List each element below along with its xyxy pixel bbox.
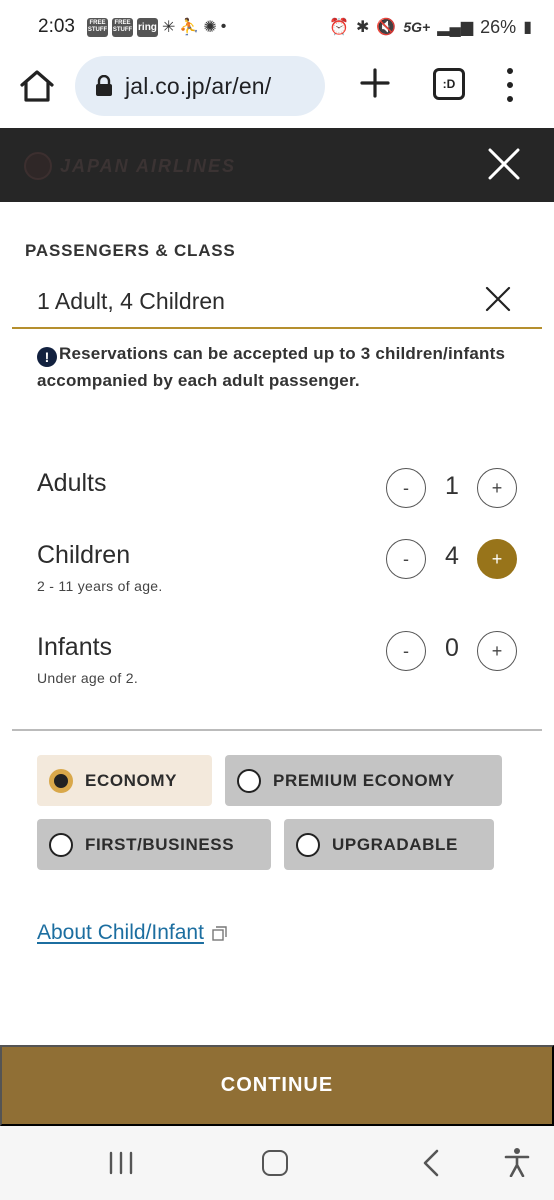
adults-decrement-button[interactable]: - bbox=[386, 468, 426, 508]
person-icon: ⛹ bbox=[179, 19, 200, 36]
dot-icon: • bbox=[220, 18, 227, 35]
new-tab-icon[interactable] bbox=[358, 66, 392, 100]
children-increment-button[interactable]: + bbox=[477, 539, 517, 579]
class-option-label: FIRST/BUSINESS bbox=[85, 834, 235, 854]
home-icon[interactable] bbox=[18, 68, 56, 104]
external-link-icon[interactable] bbox=[212, 925, 227, 941]
sparkle-icon: ✳ bbox=[161, 19, 176, 36]
notification-icons: FREE STUFF FREE STUFF ring ✳ ⛹ ✺ • bbox=[86, 17, 227, 37]
reservation-notice: ! Reservations can be accepted up to 3 ch… bbox=[37, 340, 507, 394]
signal-icon: ▂▄▆ bbox=[437, 19, 474, 36]
info-icon: ! bbox=[37, 347, 57, 367]
infants-counter: Infants Under age of 2. - 0 + bbox=[37, 630, 527, 690]
site-header: JAPAN AIRLINES bbox=[0, 128, 554, 202]
lock-icon[interactable] bbox=[95, 75, 113, 97]
class-option-label: UPGRADABLE bbox=[332, 834, 458, 854]
url-text[interactable]: jal.co.jp/ar/en/ bbox=[125, 73, 271, 100]
adults-count: 1 bbox=[445, 472, 459, 500]
url-bar[interactable]: jal.co.jp/ar/en/ bbox=[75, 56, 325, 116]
continue-button[interactable]: CONTINUE bbox=[0, 1045, 554, 1126]
loading-icon: ✺ bbox=[203, 19, 217, 36]
brand-name: JAPAN AIRLINES bbox=[60, 155, 237, 176]
children-label: Children bbox=[37, 541, 131, 569]
bluetooth-icon: ✱ bbox=[356, 19, 370, 36]
class-option-label: PREMIUM ECONOMY bbox=[273, 770, 455, 790]
close-icon[interactable] bbox=[486, 146, 522, 182]
free-stuff-icon: FREE STUFF bbox=[111, 17, 133, 37]
class-option-upgradable[interactable]: UPGRADABLE bbox=[284, 819, 494, 870]
section-title: PASSENGERS & CLASS bbox=[25, 241, 236, 260]
ring-icon: ring bbox=[136, 17, 158, 37]
recent-apps-icon[interactable] bbox=[108, 1151, 134, 1175]
accessibility-icon[interactable] bbox=[504, 1147, 530, 1177]
class-option-first-business[interactable]: FIRST/BUSINESS bbox=[37, 819, 271, 870]
notice-text: Reservations can be accepted up to 3 chi… bbox=[37, 344, 506, 390]
radio-checked-icon[interactable] bbox=[49, 768, 73, 793]
divider bbox=[12, 729, 542, 731]
radio-unchecked-icon[interactable] bbox=[296, 832, 320, 857]
passenger-summary-field[interactable]: 1 Adult, 4 Children bbox=[12, 276, 542, 329]
adults-counter: Adults - 1 + bbox=[37, 466, 527, 526]
alarm-icon: ⏰ bbox=[329, 19, 350, 36]
system-nav-bar bbox=[0, 1126, 554, 1200]
class-option-label: ECONOMY bbox=[85, 770, 178, 790]
infants-increment-button[interactable]: + bbox=[477, 631, 517, 671]
class-option-premium-economy[interactable]: PREMIUM ECONOMY bbox=[225, 755, 502, 806]
infants-count: 0 bbox=[445, 634, 459, 662]
infants-age-note: Under age of 2. bbox=[37, 670, 139, 686]
infants-label: Infants bbox=[37, 633, 113, 661]
radio-unchecked-icon[interactable] bbox=[49, 832, 73, 857]
browser-toolbar: jal.co.jp/ar/en/ :D bbox=[0, 54, 554, 128]
crane-logo-icon bbox=[24, 152, 52, 180]
status-bar: 2:03 FREE STUFF FREE STUFF ring ✳ ⛹ ✺ • … bbox=[0, 0, 554, 54]
about-child-infant-link[interactable]: About Child/Infant bbox=[37, 921, 204, 945]
passenger-summary-text: 1 Adult, 4 Children bbox=[37, 288, 225, 314]
system-icons: ⏰ ✱ 🔇 5G+ ▂▄▆ 26% ▮ bbox=[329, 17, 532, 38]
mute-icon: 🔇 bbox=[376, 19, 397, 36]
children-age-note: 2 - 11 years of age. bbox=[37, 578, 163, 594]
close-icon[interactable] bbox=[485, 286, 511, 312]
battery-level: 26% bbox=[480, 16, 517, 37]
home-button-icon[interactable] bbox=[262, 1150, 288, 1176]
class-option-economy[interactable]: ECONOMY bbox=[37, 755, 212, 806]
children-decrement-button[interactable]: - bbox=[386, 539, 426, 579]
battery-icon: ▮ bbox=[523, 19, 532, 36]
tab-switcher-button[interactable]: :D bbox=[433, 68, 465, 100]
back-icon[interactable] bbox=[421, 1149, 441, 1177]
status-time: 2:03 bbox=[38, 16, 75, 37]
jal-logo: JAPAN AIRLINES bbox=[24, 152, 236, 180]
children-counter: Children 2 - 11 years of age. - 4 + bbox=[37, 538, 527, 598]
network-type: 5G+ bbox=[403, 19, 431, 35]
browser-menu-icon[interactable] bbox=[500, 68, 520, 102]
about-child-infant-link-row: About Child/Infant bbox=[37, 921, 227, 945]
free-stuff-icon: FREE STUFF bbox=[86, 17, 108, 37]
adults-label: Adults bbox=[37, 469, 107, 497]
children-count: 4 bbox=[445, 542, 459, 570]
radio-unchecked-icon[interactable] bbox=[237, 768, 261, 793]
infants-decrement-button[interactable]: - bbox=[386, 631, 426, 671]
adults-increment-button[interactable]: + bbox=[477, 468, 517, 508]
